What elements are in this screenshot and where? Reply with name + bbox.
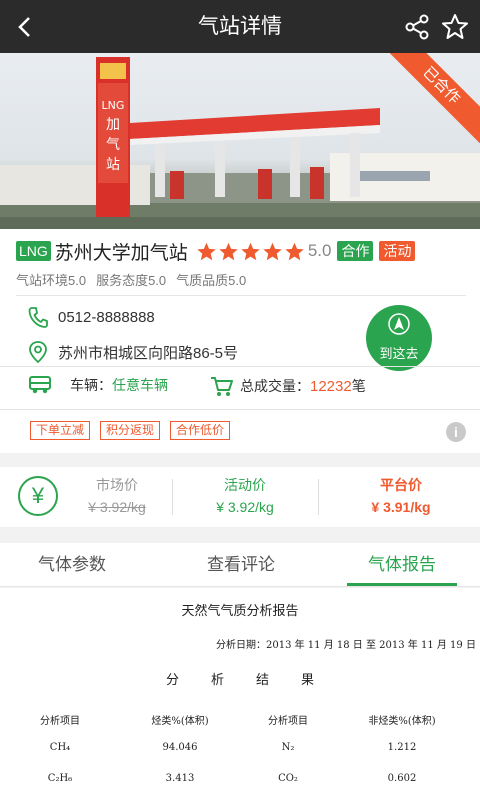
promo-tag: 积分返现 [100,421,161,440]
ribbon-label: 已合作 [390,53,480,143]
sub-ratings: 气站环境5.0 服务态度5.0 气质品质5.0 [16,270,246,289]
deal-count-row: 总成交量： 12232 笔 [210,375,366,397]
gas-quality-rating: 气质品质5.0 [176,273,247,288]
phone-number: 0512-8888888 [58,308,155,326]
share-icon[interactable] [402,12,432,42]
phone-row[interactable]: 0512-8888888 [28,306,155,328]
gas-report: 天然气气质分析报告 分析日期：2013 年 11 月 18 日 至 2013 年… [0,588,480,800]
station-name-row: LNG 苏州大学加气站 5.0 合作 活动 [16,237,416,265]
shopping-cart-icon [211,377,233,396]
phone-icon [28,307,48,328]
promo-tag: 合作低价 [170,421,231,440]
top-bar: 气站详情 [0,0,480,53]
table-cell: 0.602 [387,773,417,784]
deal-label: 总成交量： [240,378,310,394]
navigation-arrow-icon [388,313,410,335]
table-header: 分析项目 [268,716,308,727]
tab-gas-report[interactable]: 气体报告 [322,543,480,587]
station-address: 苏州市相城区向阳路86-5号 [58,344,239,362]
activity-price-value: ¥ 3.92/kg [216,499,274,515]
vehicle-icon [29,376,51,394]
platform-price-value: ¥ 3.91/kg [371,499,431,515]
table-header: 分析项目 [40,716,80,727]
divider [0,366,480,367]
divider [0,409,480,410]
tab-gas-parameters[interactable]: 气体参数 [0,543,152,587]
report-date: 分析日期：2013 年 11 月 18 日 至 2013 年 11 月 19 日 [216,640,476,651]
divider [172,479,173,515]
star-icon [285,242,304,260]
market-price-value: ¥ 3.92/kg [88,499,146,515]
favorite-star-icon[interactable] [440,12,470,42]
table-header: 烃类%(体积) [151,716,209,727]
fuel-type-tag: LNG [16,241,51,261]
detail-tabs: 气体参数 查看评论 气体报告 [0,543,480,587]
divider [16,295,466,296]
table-cell: CH₄ [49,742,71,753]
star-icon [263,242,282,260]
star-icon [197,242,216,260]
svg-text:LNG: LNG [102,99,125,112]
market-price-label: 市场价 [96,477,138,493]
station-info-card: LNG 苏州大学加气站 5.0 合作 活动 气站环境5.0 服务态度5.0 气质… [0,229,480,453]
address-row: 苏州市相城区向阳路86-5号 [28,340,238,364]
info-icon[interactable]: i [446,422,466,442]
table-cell: C₂H₆ [47,773,73,784]
price-card: ¥ 市场价 ¥ 3.92/kg 活动价 ¥ 3.92/kg 平台价 ¥ 3.91… [0,467,480,527]
activity-price-label: 活动价 [224,477,266,493]
promotion-tags: 下单立减 积分返现 合作低价 [30,421,231,440]
cooperated-ribbon: 已合作 [390,53,480,143]
table-cell: 1.212 [387,742,417,753]
table-cell: N₂ [281,742,295,753]
star-icon [241,242,260,260]
star-icon [219,242,238,260]
svg-text:站: 站 [106,157,120,173]
activity-badge: 活动 [379,241,416,261]
divider [318,479,319,515]
table-cell: 3.413 [165,773,195,784]
service-rating: 服务态度5.0 [96,273,167,288]
star-rating [196,241,306,262]
station-name: 苏州大学加气站 [54,242,188,264]
navigate-label: 到这去 [379,346,419,361]
vehicle-label: 车辆： [70,377,112,393]
platform-price-label: 平台价 [380,477,422,493]
svg-text:气: 气 [106,137,120,153]
market-price: 市场价 ¥ 3.92/kg [52,475,182,515]
navigate-button[interactable]: 到这去 [366,305,432,371]
svg-text:加: 加 [106,117,120,133]
location-pin-icon [29,341,47,364]
table-header: 非烃类%(体积) [368,716,436,727]
cooperation-badge: 合作 [337,241,374,261]
report-section-title: 分析结果 [165,673,346,688]
environment-rating: 气站环境5.0 [16,273,87,288]
rating-value: 5.0 [307,241,332,260]
table-cell: CO₂ [278,773,298,784]
station-photo: LNG 加 气 站 已合作 [0,53,480,229]
deal-count: 12232 [310,377,352,395]
platform-price: 平台价 ¥ 3.91/kg [336,475,466,515]
vehicle-value: 任意车辆 [112,377,168,393]
active-tab-indicator [347,583,457,586]
vehicle-row: 车辆： 任意车辆 [28,375,168,395]
tab-reviews[interactable]: 查看评论 [161,543,321,587]
activity-price: 活动价 ¥ 3.92/kg [180,475,310,515]
deal-unit: 笔 [351,378,366,394]
table-cell: 94.046 [162,742,198,753]
promo-tag: 下单立减 [30,421,91,440]
report-title: 天然气气质分析报告 [181,604,299,619]
